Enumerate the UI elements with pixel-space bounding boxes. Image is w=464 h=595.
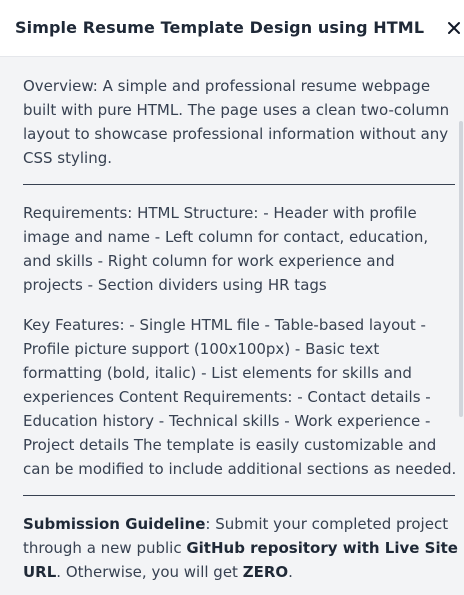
- close-icon[interactable]: [446, 20, 462, 36]
- key-features-text: Key Features: - Single HTML file - Table…: [23, 316, 457, 478]
- guideline-zero-warning: ZERO: [242, 563, 289, 581]
- scrollbar[interactable]: [458, 57, 464, 595]
- scrollbar-thumb[interactable]: [459, 121, 463, 417]
- guideline-text: .: [288, 563, 293, 581]
- modal-title: Simple Resume Template Design using HTML: [15, 18, 425, 37]
- requirements-text: Requirements: HTML Structure: - Header w…: [23, 204, 429, 294]
- overview-text: Overview: A simple and professional resu…: [23, 77, 450, 167]
- section-divider: [23, 184, 455, 185]
- section-divider: [23, 495, 455, 496]
- modal-content: Overview: A simple and professional resu…: [23, 74, 458, 584]
- modal-header: Simple Resume Template Design using HTML: [0, 0, 464, 57]
- project-details-modal: Simple Resume Template Design using HTML…: [0, 0, 464, 595]
- guideline-text: . Otherwise, you will get: [56, 563, 243, 581]
- submission-guideline: Submission Guideline: Submit your comple…: [23, 512, 458, 584]
- guideline-label: Submission Guideline: [23, 515, 206, 533]
